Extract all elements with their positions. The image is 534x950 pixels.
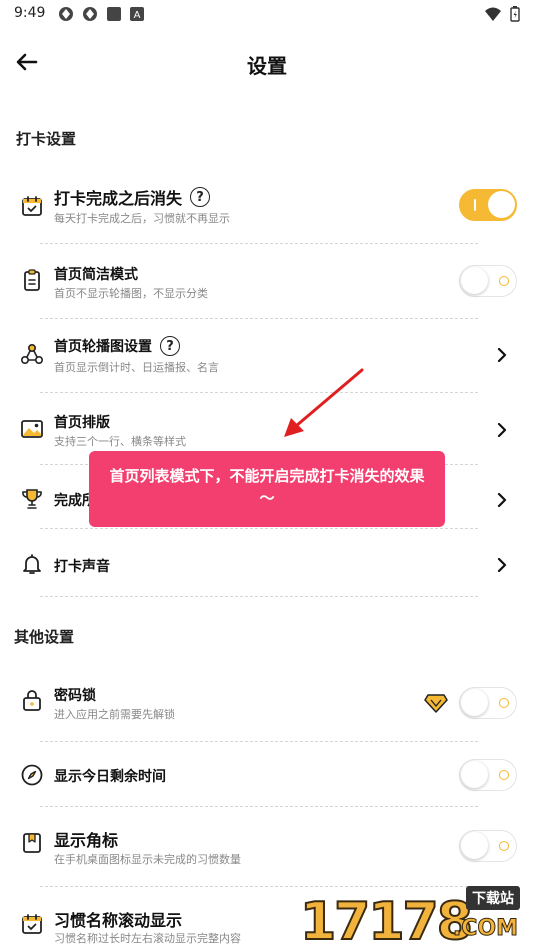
setting-title: 密码锁 [54,688,96,704]
toggle-knob [488,191,515,218]
setting-title: 习惯名称滚动显示 [54,911,183,930]
toggle-knob [461,832,488,859]
setting-subtitle: 支持三个一行、横条等样式 [54,435,186,448]
setting-row-sound[interactable]: 打卡声音 [0,540,534,590]
toggle-remaining-time[interactable] [459,759,517,791]
toast-message: 首页列表模式下，不能开启完成打卡消失的效果～ [89,451,445,527]
watermark-logo: 17178 下载站 .COM [299,886,520,950]
setting-row-simple-mode[interactable]: 首页简洁模式 首页不显示轮播图，不显示分类 [0,256,534,312]
watermark-digits: 17178 [299,891,474,950]
toggle-on-bar [474,199,476,211]
setting-title-text: 打卡完成之后消失 [54,189,183,208]
setting-title-text: 首页轮播图设置 [54,339,152,355]
page-title: 设置 [247,54,287,78]
toggle-badge[interactable] [459,830,517,862]
divider [40,318,478,319]
setting-subtitle: 习惯名称过长时左右滚动显示完整内容 [54,932,241,945]
chevron-right-icon [497,558,507,572]
a-badge-icon: A [130,7,144,21]
toggle-off-ring [499,276,509,286]
divider [40,806,478,807]
setting-title: 首页简洁模式 [54,267,138,283]
calendar-check-icon [22,914,42,934]
help-icon[interactable]: ? [190,187,211,207]
wifi-icon [485,7,501,21]
bell-icon [23,554,41,574]
toggle-off-ring [499,841,509,851]
setting-subtitle: 每天打卡完成之后，习惯就不再显示 [54,212,230,225]
chevron-right-icon [497,493,507,507]
watermark-suffix: .COM [452,916,518,942]
watermark-badge: 下载站 [466,886,520,910]
toggle-knob [461,267,488,294]
divider [40,596,478,597]
toggle-hide-after-checkin[interactable] [459,189,517,221]
square-icon [107,7,121,21]
svg-text:A: A [134,10,141,21]
toggle-knob [461,761,488,788]
setting-title: 显示今日剩余时间 [54,769,166,785]
setting-title: 首页排版 [54,415,110,431]
aperture-icon [83,7,97,21]
divider [40,741,478,742]
nodes-icon [20,343,44,365]
setting-row-badge[interactable]: 显示角标 在手机桌面图标显示未完成的习惯数量 [0,818,534,874]
setting-row-remaining-time[interactable]: 显示今日剩余时间 [0,752,534,800]
status-right-icons [484,6,520,22]
setting-subtitle: 首页显示倒计时、日运播报、名言 [54,361,219,374]
status-time: 9:49 [14,5,46,21]
setting-subtitle: 在手机桌面图标显示未完成的习惯数量 [54,853,241,866]
setting-subtitle: 首页不显示轮播图，不显示分类 [54,287,208,300]
chevron-right-icon [497,348,507,362]
toggle-simple-mode[interactable] [459,265,517,297]
help-icon[interactable]: ? [160,336,180,356]
trophy-icon [22,489,42,509]
section-title-checkin: 打卡设置 [16,130,77,148]
chevron-right-icon [497,423,507,437]
clipboard-icon [24,269,40,291]
aperture-icon [59,7,73,21]
compass-icon [21,764,43,786]
setting-title: 打卡完成之后消失 ? [54,185,211,209]
status-bar: 9:49 A [0,0,534,28]
setting-row-password-lock[interactable]: 密码锁 进入应用之前需要先解锁 [0,676,534,732]
setting-title: 打卡声音 [54,559,110,575]
battery-icon [510,6,520,22]
bookmark-icon [23,833,41,853]
diamond-vip-icon [424,694,448,713]
lock-icon [23,690,41,711]
divider [40,392,478,393]
setting-title: 首页轮播图设置 ? [54,336,180,356]
toggle-off-ring [499,770,509,780]
image-icon [21,420,43,438]
calendar-check-icon [22,196,42,216]
app-header: 设置 [0,40,534,84]
toggle-password-lock[interactable] [459,687,517,719]
toggle-off-ring [499,698,509,708]
setting-row-hide-after-checkin[interactable]: 打卡完成之后消失 ? 每天打卡完成之后，习惯就不再显示 [0,178,534,242]
toggle-knob [461,689,488,716]
divider [40,243,478,244]
status-left-icons: A [58,6,144,22]
setting-title: 显示角标 [54,831,119,850]
section-title-other: 其他设置 [14,628,75,646]
setting-row-carousel[interactable]: 首页轮播图设置 ? 首页显示倒计时、日运播报、名言 [0,330,534,386]
divider [40,528,478,529]
setting-subtitle: 进入应用之前需要先解锁 [54,708,175,721]
